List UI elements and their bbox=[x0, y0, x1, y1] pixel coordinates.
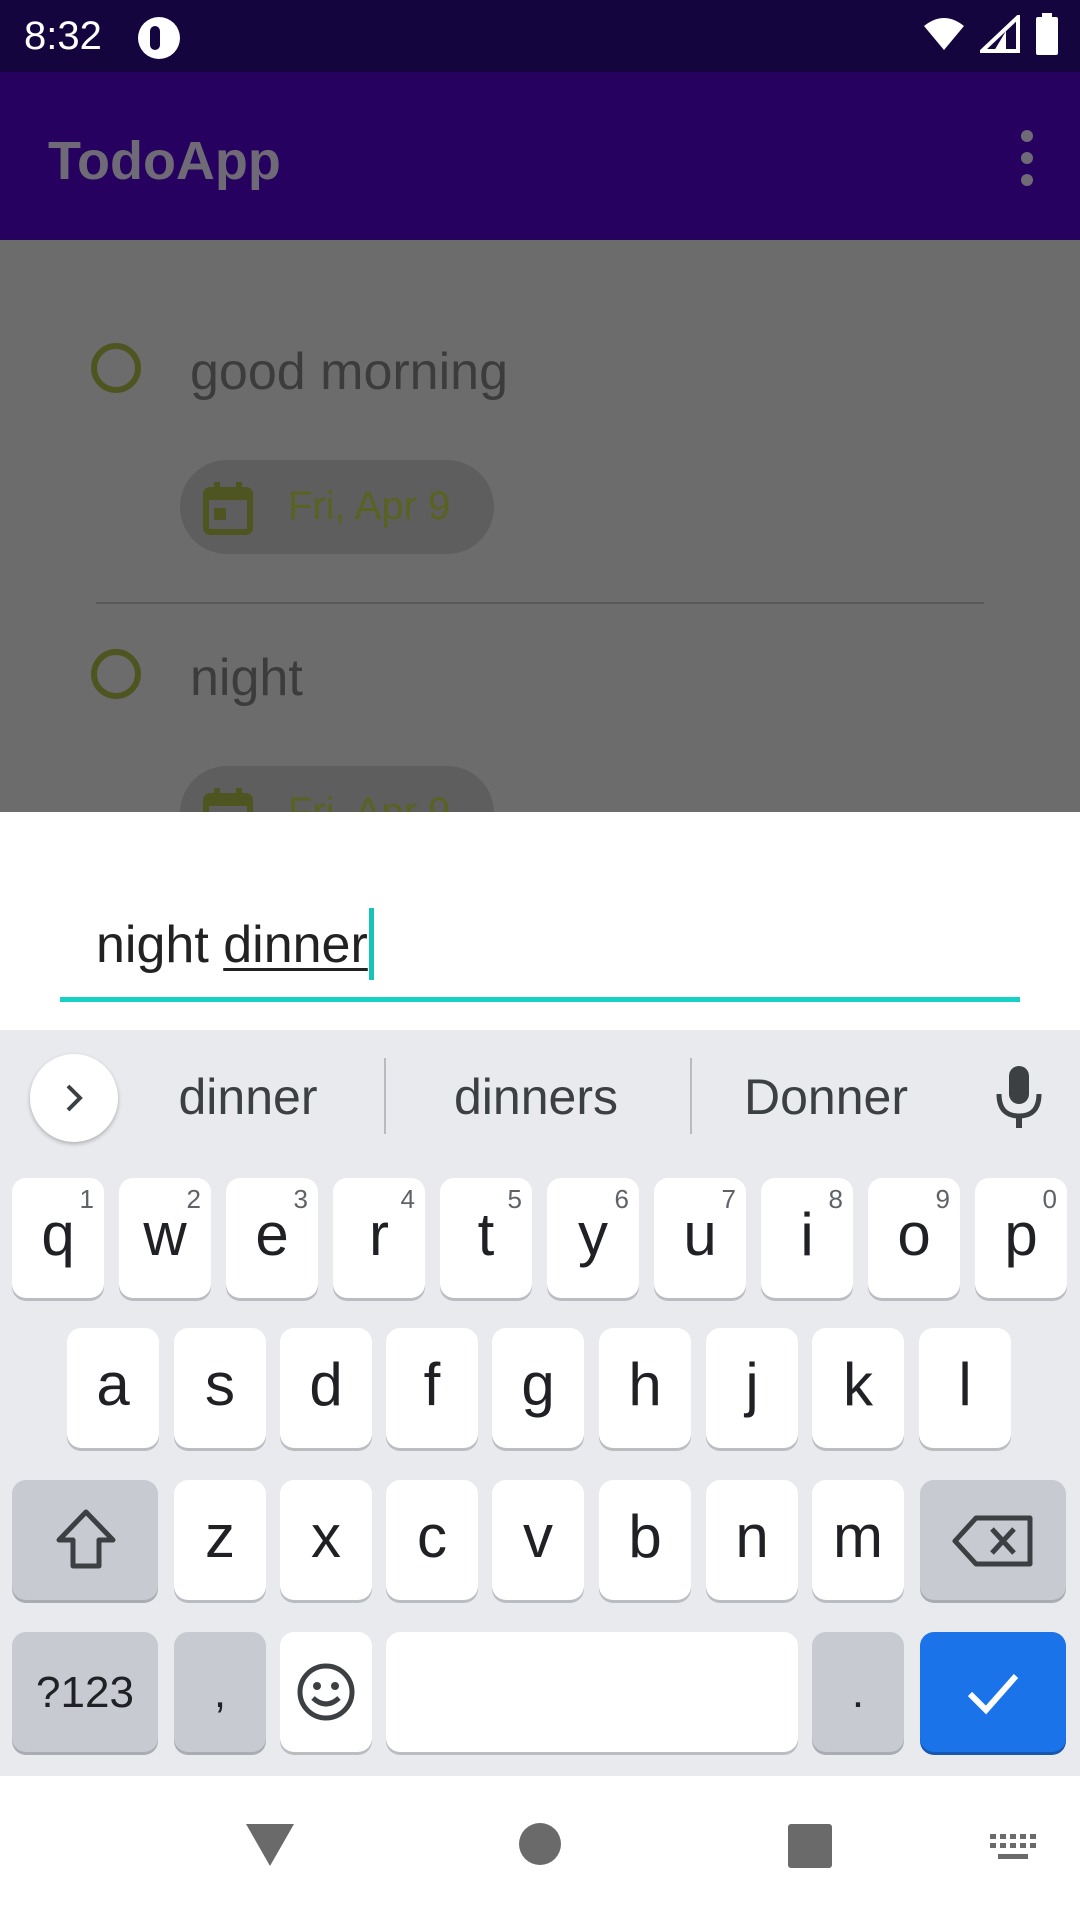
suggestion-3[interactable]: Donner bbox=[730, 1068, 922, 1126]
key-d[interactable]: d bbox=[280, 1328, 372, 1448]
microphone-icon[interactable] bbox=[990, 1062, 1048, 1137]
calendar-icon bbox=[203, 788, 253, 812]
key-u[interactable]: u7 bbox=[654, 1178, 746, 1298]
chevron-right-icon[interactable] bbox=[30, 1054, 118, 1142]
key-m[interactable]: m bbox=[812, 1480, 904, 1600]
key-v[interactable]: v bbox=[492, 1480, 584, 1600]
backspace-key[interactable] bbox=[920, 1480, 1066, 1600]
comma-key[interactable]: , bbox=[174, 1632, 266, 1752]
input-composing-word: dinner bbox=[223, 916, 368, 974]
task-checkbox[interactable] bbox=[91, 343, 141, 393]
backspace-icon bbox=[952, 1515, 1033, 1567]
due-date-label: Fri, Apr 9 bbox=[288, 790, 451, 812]
key-j[interactable]: j bbox=[706, 1328, 798, 1448]
shift-icon bbox=[56, 1509, 116, 1569]
suggestion-strip: dinner dinners Donner bbox=[0, 1030, 1080, 1160]
due-date-chip[interactable]: Fri, Apr 9 bbox=[180, 766, 494, 812]
task-title: good morning bbox=[190, 343, 508, 401]
add-task-panel: night dinner bbox=[0, 812, 1080, 1030]
key-c[interactable]: c bbox=[386, 1480, 478, 1600]
key-q[interactable]: q1 bbox=[12, 1178, 104, 1298]
suggestion-separator bbox=[384, 1058, 386, 1134]
task-item[interactable]: night Fri, Apr 9 bbox=[0, 546, 1080, 812]
shift-key[interactable] bbox=[12, 1480, 158, 1600]
key-t[interactable]: t5 bbox=[440, 1178, 532, 1298]
task-input[interactable]: night dinner bbox=[60, 904, 1020, 1002]
status-bar: 8:32 bbox=[0, 0, 1080, 72]
navigation-bar bbox=[0, 1776, 1080, 1920]
key-k[interactable]: k bbox=[812, 1328, 904, 1448]
key-b[interactable]: b bbox=[599, 1480, 691, 1600]
key-e[interactable]: e3 bbox=[226, 1178, 318, 1298]
key-y[interactable]: y6 bbox=[547, 1178, 639, 1298]
input-underline bbox=[60, 997, 1020, 1002]
key-p[interactable]: p0 bbox=[975, 1178, 1067, 1298]
suggestion-2[interactable]: dinners bbox=[430, 1068, 642, 1126]
task-list: good morning Fri, Apr 9 night Fri, Apr 9 bbox=[0, 240, 1080, 812]
nav-back-icon[interactable] bbox=[244, 1822, 296, 1868]
more-vert-icon[interactable] bbox=[1014, 130, 1040, 186]
key-o[interactable]: o9 bbox=[868, 1178, 960, 1298]
space-key[interactable] bbox=[386, 1632, 798, 1752]
key-n[interactable]: n bbox=[706, 1480, 798, 1600]
symbols-key[interactable]: ?123 bbox=[12, 1632, 158, 1752]
key-z[interactable]: z bbox=[174, 1480, 266, 1600]
key-i[interactable]: i8 bbox=[761, 1178, 853, 1298]
soft-keyboard: dinner dinners Donner q1 w2 e3 r4 t5 y6 … bbox=[0, 1030, 1080, 1776]
status-time: 8:32 bbox=[24, 14, 102, 58]
keyboard-icon[interactable] bbox=[990, 1834, 1038, 1862]
emoji-key[interactable] bbox=[280, 1632, 372, 1752]
enter-key[interactable] bbox=[920, 1632, 1066, 1752]
key-a[interactable]: a bbox=[67, 1328, 159, 1448]
key-s[interactable]: s bbox=[174, 1328, 266, 1448]
notification-app-icon bbox=[138, 17, 180, 59]
check-icon bbox=[967, 1674, 1019, 1715]
calendar-icon bbox=[203, 482, 253, 535]
key-g[interactable]: g bbox=[492, 1328, 584, 1448]
due-date-chip[interactable]: Fri, Apr 9 bbox=[180, 460, 494, 554]
app-title: TodoApp bbox=[48, 131, 281, 191]
key-w[interactable]: w2 bbox=[119, 1178, 211, 1298]
key-l[interactable]: l bbox=[919, 1328, 1011, 1448]
key-h[interactable]: h bbox=[599, 1328, 691, 1448]
app-bar: TodoApp bbox=[0, 72, 1080, 240]
nav-home-icon[interactable] bbox=[518, 1822, 562, 1866]
task-item[interactable]: good morning Fri, Apr 9 bbox=[0, 240, 1080, 554]
input-prefix: night bbox=[96, 916, 224, 974]
suggestion-separator bbox=[690, 1058, 692, 1134]
emoji-icon bbox=[297, 1663, 355, 1721]
key-x[interactable]: x bbox=[280, 1480, 372, 1600]
key-r[interactable]: r4 bbox=[333, 1178, 425, 1298]
text-cursor bbox=[368, 908, 374, 980]
due-date-label: Fri, Apr 9 bbox=[288, 484, 451, 528]
nav-recents-icon[interactable] bbox=[788, 1824, 832, 1868]
period-key[interactable]: . bbox=[812, 1632, 904, 1752]
task-checkbox[interactable] bbox=[91, 649, 141, 699]
suggestion-1[interactable]: dinner bbox=[160, 1068, 336, 1126]
signal-icon bbox=[976, 11, 1020, 58]
battery-icon bbox=[1034, 12, 1060, 60]
key-f[interactable]: f bbox=[386, 1328, 478, 1448]
task-input-text: night dinner bbox=[96, 908, 374, 980]
task-title: night bbox=[190, 649, 303, 707]
wifi-icon bbox=[922, 16, 966, 57]
